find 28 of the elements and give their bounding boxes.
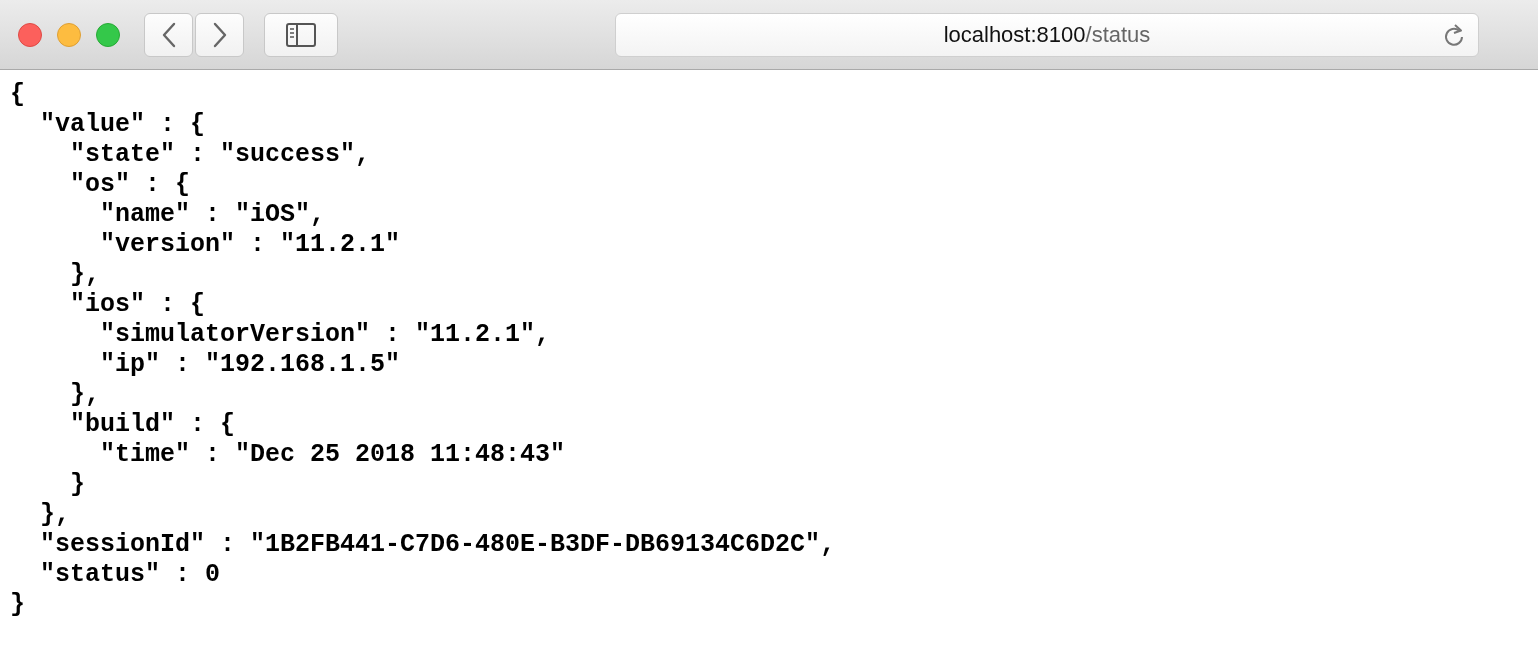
code-line: { [10,80,25,109]
code-line: "value" : { [40,110,206,139]
chevron-left-icon [160,21,177,48]
code-line: "name" : "iOS", [100,200,326,229]
sidebar-button[interactable] [264,12,338,57]
code-line: }, [70,260,100,289]
reload-icon[interactable] [1442,22,1466,49]
address-field[interactable]: localhost:8100/status [615,12,1479,57]
code-line: } [70,470,85,499]
code-line: "os" : { [70,170,191,199]
chevron-right-icon [211,21,228,48]
code-line: "status" : 0 [40,560,221,589]
close-button[interactable] [18,22,42,47]
code-line: "state" : "success", [70,140,371,169]
sidebar-icon [286,22,316,47]
code-line: } [10,590,25,619]
forward-button[interactable] [195,12,244,57]
code-line: }, [40,500,70,529]
back-button[interactable] [144,12,193,57]
zoom-button[interactable] [96,22,120,47]
code-line: "simulatorVersion" : "11.2.1", [100,320,551,349]
code-line: }, [70,380,100,409]
code-line: "sessionId" : "1B2FB441-C7D6-480E-B3DF-DB69134C6D2C", [40,530,836,559]
code-line: "version" : "11.2.1" [100,230,401,259]
code-line: "time" : "Dec 25 2018 11:48:43" [100,440,566,469]
code-line: "ios" : { [70,290,206,319]
code-line: "build" : { [70,410,236,439]
code-line: "ip" : "192.168.1.5" [100,350,401,379]
